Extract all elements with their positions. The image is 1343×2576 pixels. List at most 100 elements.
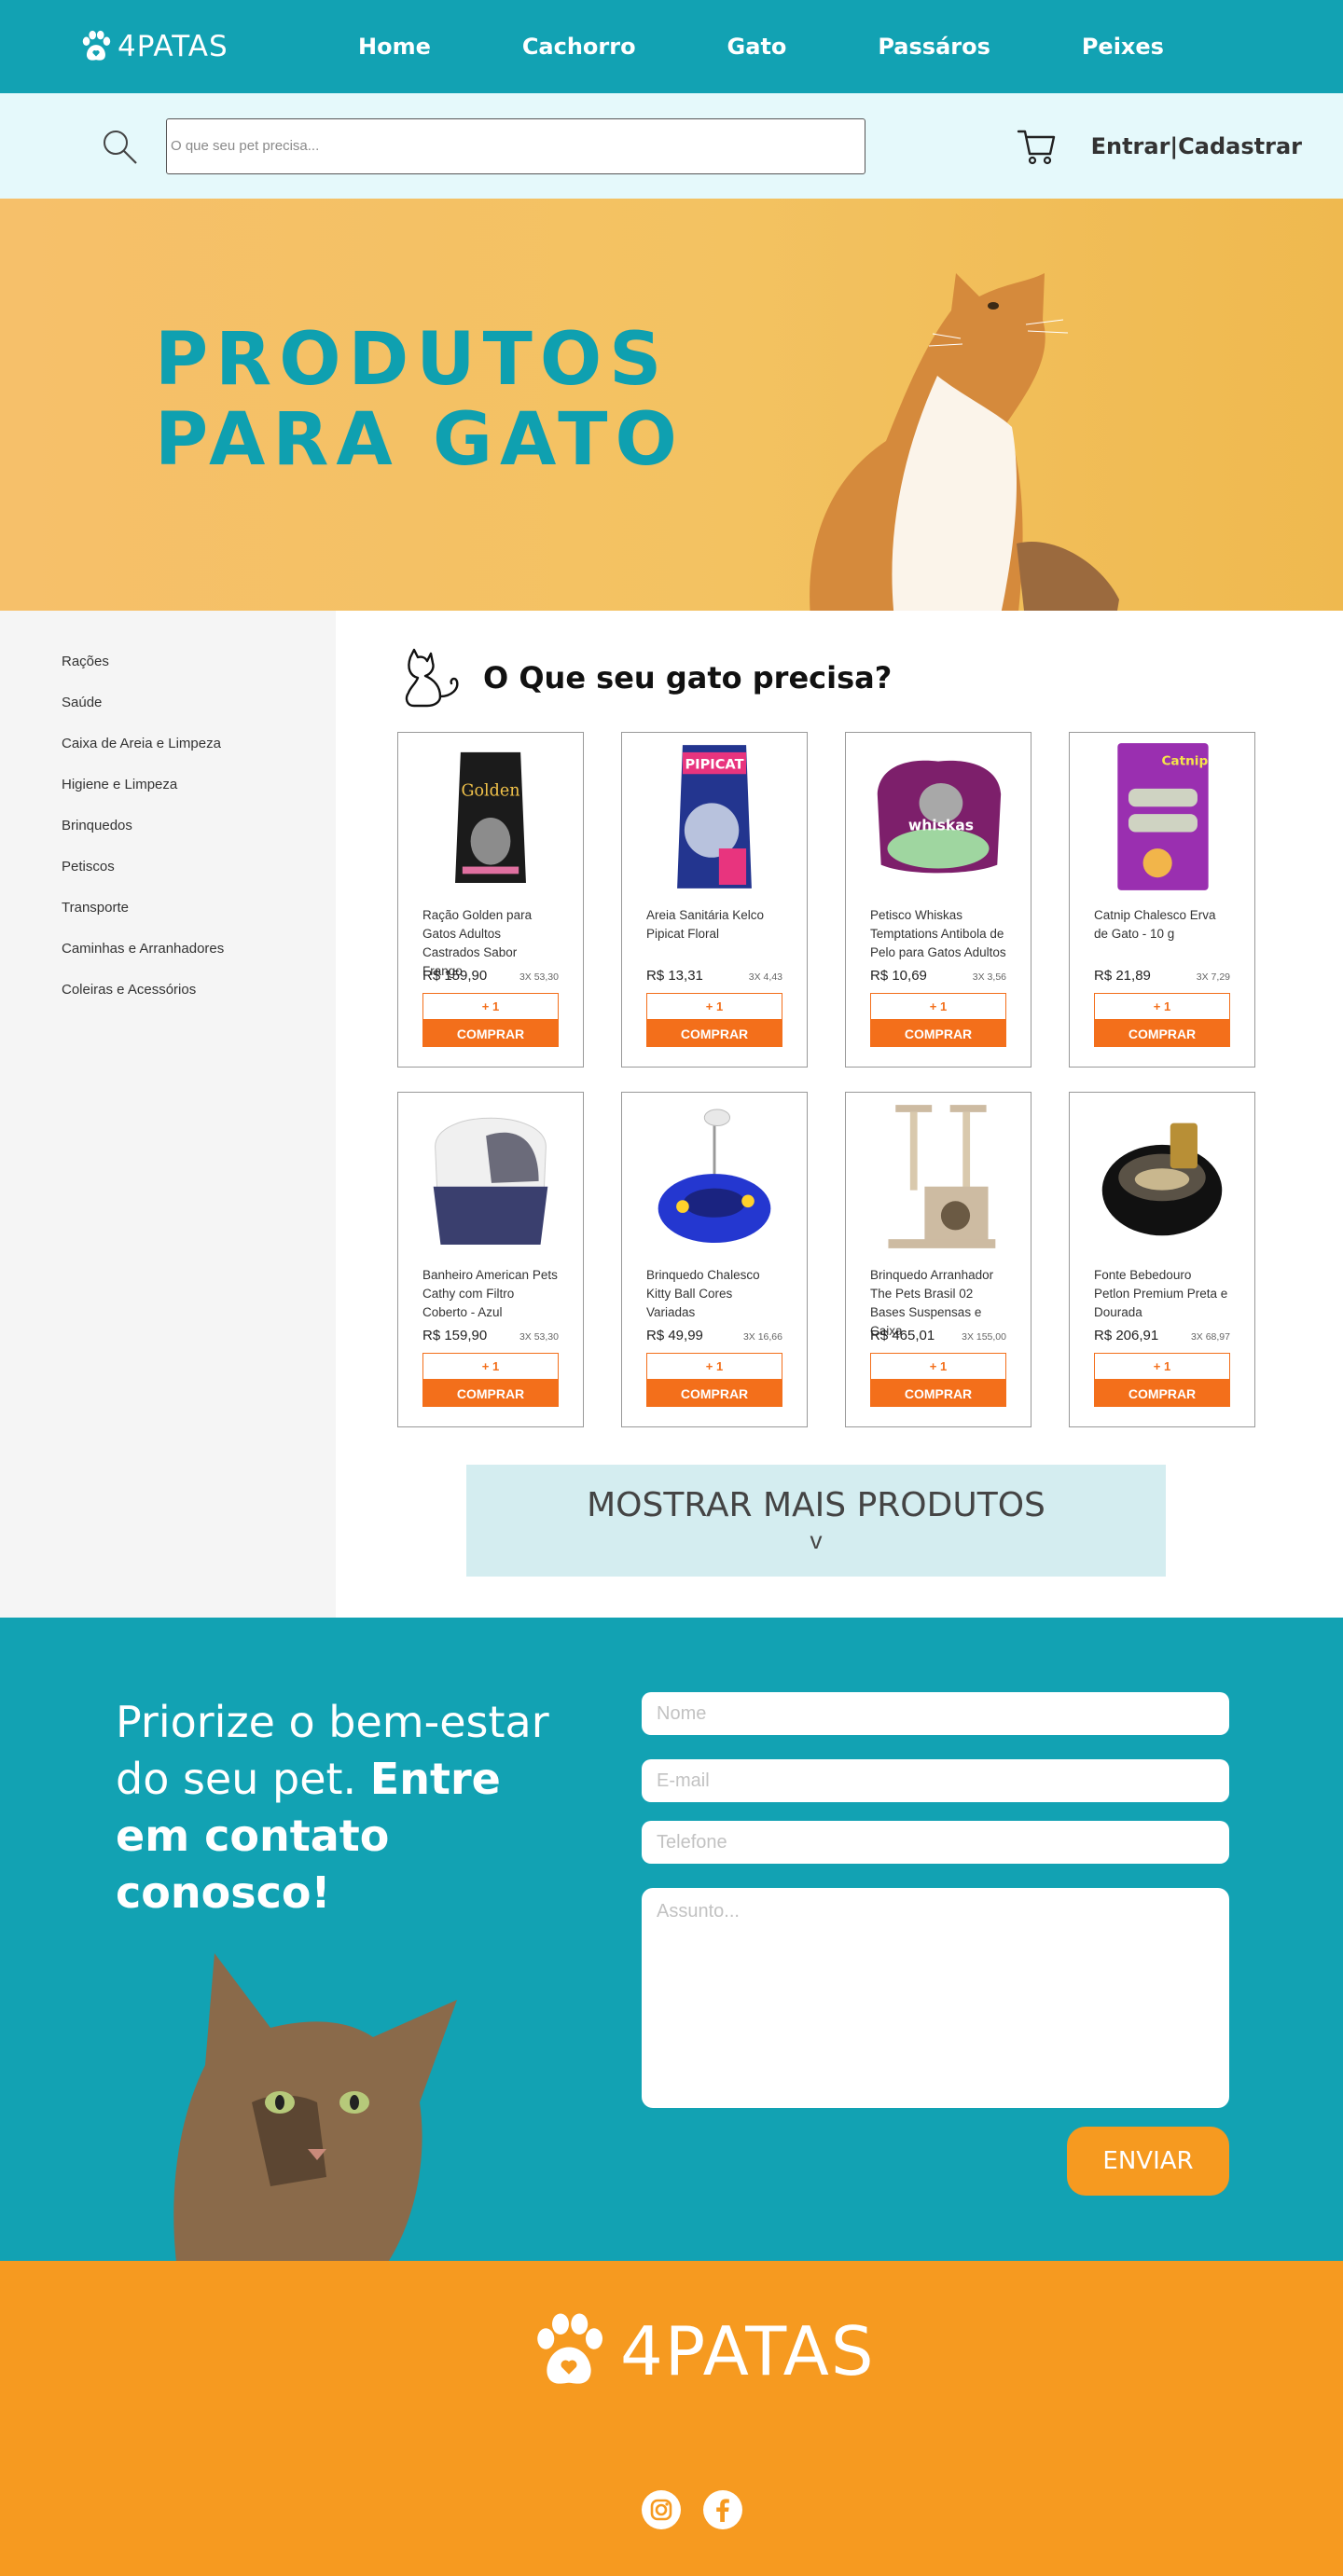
category-petiscos[interactable]: Petiscos bbox=[62, 859, 336, 875]
add-one-button[interactable]: + 1 bbox=[870, 993, 1006, 1020]
product-card[interactable]: PIPICAT Areia Sanitária Kelco Pipicat Fl… bbox=[621, 732, 808, 1068]
name-field[interactable] bbox=[642, 1692, 1229, 1735]
product-card[interactable]: Golden Ração Golden para Gatos Adultos C… bbox=[397, 732, 584, 1068]
buy-button[interactable]: COMPRAR bbox=[646, 1380, 782, 1407]
facebook-icon[interactable] bbox=[703, 2490, 742, 2529]
search-bar: Entrar|Cadastrar bbox=[0, 93, 1343, 199]
product-price: R$ 159,90 bbox=[422, 968, 488, 984]
product-image bbox=[646, 1093, 782, 1260]
product-card[interactable]: whiskas Petisco Whiskas Temptations Anti… bbox=[845, 732, 1031, 1068]
category-caixa-areia[interactable]: Caixa de Areia e Limpeza bbox=[62, 736, 336, 751]
category-saude[interactable]: Saúde bbox=[62, 695, 336, 710]
category-transporte[interactable]: Transporte bbox=[62, 900, 336, 916]
main-menu: Home Cachorro Gato Passáros Peixes bbox=[302, 34, 1265, 60]
product-name: Brinquedo Chalesco Kitty Ball Cores Vari… bbox=[646, 1268, 760, 1319]
add-one-button[interactable]: + 1 bbox=[1094, 1353, 1230, 1380]
social-links bbox=[642, 2490, 742, 2529]
product-card[interactable]: Fonte Bebedouro Petlon Premium Preta e D… bbox=[1069, 1092, 1255, 1427]
nav-home[interactable]: Home bbox=[358, 34, 431, 60]
buy-button[interactable]: COMPRAR bbox=[870, 1020, 1006, 1047]
send-button[interactable]: ENVIAR bbox=[1067, 2127, 1229, 2196]
svg-text:PIPICAT: PIPICAT bbox=[685, 756, 743, 772]
subject-field[interactable] bbox=[642, 1888, 1229, 2108]
product-card[interactable]: Brinquedo Arranhador The Pets Brasil 02 … bbox=[845, 1092, 1031, 1427]
svg-text:Golden: Golden bbox=[462, 782, 520, 801]
buy-button[interactable]: COMPRAR bbox=[422, 1380, 559, 1407]
add-one-button[interactable]: + 1 bbox=[646, 1353, 782, 1380]
search-icon[interactable] bbox=[101, 128, 138, 165]
product-installment: 3X 3,56 bbox=[972, 971, 1006, 983]
product-image bbox=[870, 1093, 1006, 1260]
product-price: R$ 206,91 bbox=[1094, 1328, 1159, 1343]
add-one-button[interactable]: + 1 bbox=[422, 1353, 559, 1380]
price-row: R$ 465,01 3X 155,00 bbox=[870, 1328, 1006, 1343]
brand-logo[interactable]: 4PATAS bbox=[78, 29, 302, 64]
product-installment: 3X 68,97 bbox=[1190, 1331, 1230, 1343]
paw-icon bbox=[537, 2313, 602, 2384]
category-brinquedos[interactable]: Brinquedos bbox=[62, 818, 336, 833]
product-image bbox=[1094, 1093, 1230, 1260]
search-input[interactable] bbox=[166, 117, 865, 174]
product-installment: 3X 53,30 bbox=[519, 971, 559, 983]
product-installment: 3X 4,43 bbox=[748, 971, 782, 983]
cat-photo bbox=[810, 273, 1119, 611]
buy-button[interactable]: COMPRAR bbox=[422, 1020, 559, 1047]
add-one-button[interactable]: + 1 bbox=[646, 993, 782, 1020]
product-image: PIPICAT bbox=[646, 733, 782, 901]
product-card[interactable]: Brinquedo Chalesco Kitty Ball Cores Vari… bbox=[621, 1092, 808, 1427]
buy-button[interactable]: COMPRAR bbox=[1094, 1020, 1230, 1047]
buy-button[interactable]: COMPRAR bbox=[870, 1380, 1006, 1407]
add-one-button[interactable]: + 1 bbox=[1094, 993, 1230, 1020]
nav-gato[interactable]: Gato bbox=[727, 34, 787, 60]
product-name: Brinquedo Arranhador The Pets Brasil 02 … bbox=[870, 1268, 994, 1338]
price-row: R$ 206,91 3X 68,97 bbox=[1094, 1328, 1230, 1343]
buy-button[interactable]: COMPRAR bbox=[646, 1020, 782, 1047]
litter-box-icon bbox=[433, 1117, 548, 1245]
svg-text:whiskas: whiskas bbox=[908, 818, 974, 834]
instagram-icon[interactable] bbox=[642, 2490, 681, 2529]
nav-peixes[interactable]: Peixes bbox=[1082, 34, 1164, 60]
product-price: R$ 13,31 bbox=[646, 968, 703, 984]
scratcher-icon bbox=[888, 1105, 996, 1248]
login-link[interactable]: Entrar|Cadastrar bbox=[1091, 133, 1302, 159]
category-sidebar: Rações Saúde Caixa de Areia e Limpeza Hi… bbox=[0, 611, 336, 1618]
add-one-button[interactable]: + 1 bbox=[870, 1353, 1006, 1380]
hero-title-line2: PARA GATO bbox=[155, 398, 685, 482]
litter-bag-icon: PIPICAT bbox=[677, 745, 752, 889]
product-grid: Golden Ração Golden para Gatos Adultos C… bbox=[397, 732, 1343, 1427]
product-image: Golden bbox=[422, 733, 559, 901]
price-row: R$ 13,31 3X 4,43 bbox=[646, 968, 782, 984]
catnip-pack-icon: Catnip bbox=[1117, 743, 1209, 890]
product-image: whiskas bbox=[870, 733, 1006, 901]
product-card[interactable]: Catnip Catnip Chalesco Erva de Gato - 10… bbox=[1069, 732, 1255, 1068]
show-more-button[interactable]: MOSTRAR MAIS PRODUTOS v bbox=[466, 1465, 1166, 1577]
product-name: Fonte Bebedouro Petlon Premium Preta e D… bbox=[1094, 1268, 1228, 1319]
product-card[interactable]: Banheiro American Pets Cathy com Filtro … bbox=[397, 1092, 584, 1427]
product-installment: 3X 155,00 bbox=[962, 1331, 1006, 1343]
footer-logo[interactable]: 4PATAS bbox=[527, 2309, 876, 2393]
footer: 4PATAS bbox=[0, 2261, 1343, 2576]
category-higiene[interactable]: Higiene e Limpeza bbox=[62, 777, 336, 792]
product-name: Areia Sanitária Kelco Pipicat Floral bbox=[646, 908, 765, 941]
section-header: O Que seu gato precisa? bbox=[397, 648, 1343, 708]
cat-outline-icon bbox=[405, 648, 459, 708]
cart-icon[interactable] bbox=[1017, 126, 1058, 167]
phone-field[interactable] bbox=[642, 1821, 1229, 1864]
nav-passaros[interactable]: Passáros bbox=[878, 34, 990, 60]
top-nav: 4PATAS Home Cachorro Gato Passáros Peixe… bbox=[0, 0, 1343, 93]
hero-title-line1: PRODUTOS bbox=[155, 318, 670, 402]
category-coleiras[interactable]: Coleiras e Acessórios bbox=[62, 982, 336, 998]
email-field[interactable] bbox=[642, 1759, 1229, 1802]
price-row: R$ 159,90 3X 53,30 bbox=[422, 968, 559, 984]
product-area: O Que seu gato precisa? Golden Ração Gol… bbox=[336, 611, 1343, 1618]
product-price: R$ 465,01 bbox=[870, 1328, 935, 1343]
paw-icon bbox=[82, 30, 111, 61]
category-racoes[interactable]: Rações bbox=[62, 654, 336, 669]
product-price: R$ 10,69 bbox=[870, 968, 927, 984]
section-title: O Que seu gato precisa? bbox=[483, 660, 893, 696]
price-row: R$ 49,99 3X 16,66 bbox=[646, 1328, 782, 1343]
nav-cachorro[interactable]: Cachorro bbox=[522, 34, 636, 60]
add-one-button[interactable]: + 1 bbox=[422, 993, 559, 1020]
buy-button[interactable]: COMPRAR bbox=[1094, 1380, 1230, 1407]
category-caminhas[interactable]: Caminhas e Arranhadores bbox=[62, 941, 336, 957]
